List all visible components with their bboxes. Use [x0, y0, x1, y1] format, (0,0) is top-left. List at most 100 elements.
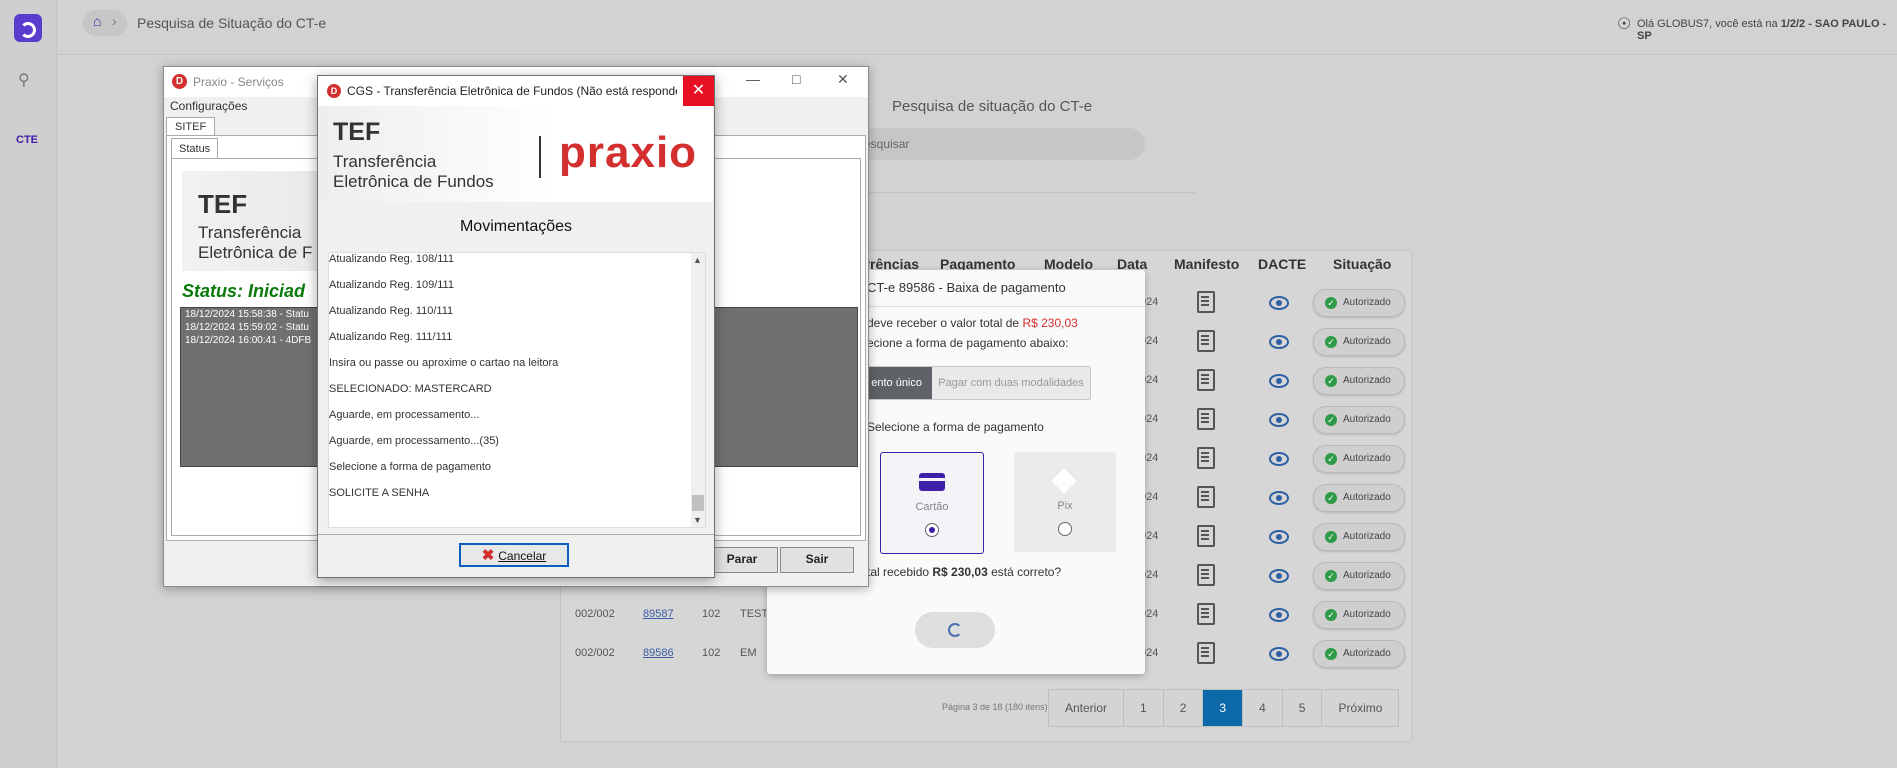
pager-3[interactable]: 3: [1203, 690, 1244, 726]
tef-banner-line2: Eletrônica de F: [198, 243, 313, 262]
rail-item-cte[interactable]: CTE: [16, 134, 38, 146]
list-item: Atualizando Reg. 111/111: [329, 331, 453, 343]
manifest-list-icon[interactable]: [1197, 525, 1215, 547]
check-icon: ✓: [1325, 648, 1337, 660]
cancel-button[interactable]: ✖ Cancelar: [459, 543, 569, 567]
main-title: Pesquisa de situação do CT-e: [892, 98, 1093, 115]
manifest-list-icon[interactable]: [1197, 486, 1215, 508]
check-icon: ✓: [1325, 453, 1337, 465]
cgs-titlebar[interactable]: D CGS - Transferência Eletrônica de Fund…: [318, 76, 714, 106]
praxio-app-icon: D: [172, 74, 187, 89]
cgs-tef-banner: TEF Transferência Eletrônica de Fundos p…: [319, 106, 713, 202]
check-icon: ✓: [1325, 375, 1337, 387]
manifest-list-icon[interactable]: [1197, 369, 1215, 391]
list-item: Selecione a forma de pagamento: [329, 461, 492, 473]
status-text: Autorizado: [1343, 648, 1391, 659]
menu-configuracoes[interactable]: Configurações: [170, 99, 247, 113]
status-text: Autorizado: [1343, 297, 1391, 308]
pix-icon: [1051, 468, 1077, 494]
manifest-list-icon[interactable]: [1197, 603, 1215, 625]
list-item: Atualizando Reg. 108/111: [329, 253, 454, 265]
sair-button[interactable]: Sair: [780, 547, 854, 573]
manifest-list-icon[interactable]: [1197, 564, 1215, 586]
maximize-icon[interactable]: □: [792, 71, 800, 87]
search-icon[interactable]: ⚲: [18, 70, 30, 90]
card-label: Cartão: [915, 501, 949, 513]
pager-5[interactable]: 5: [1283, 690, 1323, 726]
minimize-icon[interactable]: —: [746, 71, 760, 87]
manifest-list-icon[interactable]: [1197, 330, 1215, 352]
amount-prefix: deve receber o valor total de: [867, 316, 1023, 330]
check-icon: ✓: [1325, 570, 1337, 582]
home-icon[interactable]: ⌂: [93, 14, 107, 28]
confirm-prefix: tal recebido: [867, 565, 933, 579]
confirm-suffix: está correto?: [987, 565, 1062, 579]
manifest-list-icon[interactable]: [1197, 408, 1215, 430]
status-badge: ✓ Autorizado: [1313, 523, 1405, 551]
pager-2[interactable]: 2: [1164, 690, 1204, 726]
row-cte-link[interactable]: 89587: [643, 608, 674, 620]
movimentacoes-heading: Movimentações: [459, 218, 573, 235]
check-icon: ✓: [1325, 414, 1337, 426]
status-badge: ✓ Autorizado: [1313, 640, 1405, 668]
movimentacoes-list[interactable]: Atualizando Reg. 108/111 Atualizando Reg…: [328, 252, 706, 528]
row-model-cell: 102: [702, 608, 721, 620]
status-text: Autorizado: [1343, 570, 1391, 581]
payment-option-card[interactable]: Cartão: [880, 452, 984, 554]
status-text: Autorizado: [1343, 414, 1391, 425]
amount-value: R$ 230,03: [1022, 316, 1078, 330]
scroll-down-icon[interactable]: ▼: [693, 515, 702, 525]
row-left-cell: 002/002: [575, 647, 615, 659]
cgs-banner-line1: Transferência: [333, 152, 437, 171]
manifest-list-icon[interactable]: [1197, 642, 1215, 664]
cgs-app-icon: D: [327, 84, 341, 98]
payment-modal-title: CT-e 89586 - Baixa de pagamento: [867, 280, 1066, 295]
dacte-eye-icon[interactable]: [1269, 335, 1289, 349]
check-icon: ✓: [1325, 297, 1337, 309]
parar-button[interactable]: Parar: [706, 547, 778, 573]
two-modalities-button[interactable]: Pagar com duas modalidades: [932, 367, 1090, 399]
scroll-thumb[interactable]: [692, 495, 704, 511]
dacte-eye-icon[interactable]: [1269, 530, 1289, 544]
location-pin-icon: ☉: [1617, 16, 1632, 33]
dacte-eye-icon[interactable]: [1269, 569, 1289, 583]
pager-next[interactable]: Próximo: [1322, 690, 1398, 726]
cancel-x-icon: ✖: [481, 547, 495, 564]
manifest-list-icon[interactable]: [1197, 447, 1215, 469]
dacte-eye-icon[interactable]: [1269, 413, 1289, 427]
list-scrollbar[interactable]: ▲ ▼: [691, 253, 705, 527]
status-badge: ✓ Autorizado: [1313, 445, 1405, 473]
pager-1[interactable]: 1: [1124, 690, 1164, 726]
tab-status[interactable]: Status: [171, 138, 219, 159]
pager-prev[interactable]: Anterior: [1049, 690, 1125, 726]
close-icon[interactable]: ✕: [837, 71, 849, 88]
dacte-eye-icon[interactable]: [1269, 647, 1289, 661]
cgs-banner-line2: Eletrônica de Fundos: [333, 172, 494, 191]
dacte-eye-icon[interactable]: [1269, 374, 1289, 388]
search-input[interactable]: esquisar: [840, 128, 1145, 160]
list-item: Insira ou passe ou aproxime o cartao na …: [329, 357, 559, 369]
payment-option-pix[interactable]: Pix: [1014, 452, 1116, 552]
row-extra-cell: EM: [740, 647, 757, 659]
dacte-eye-icon[interactable]: [1269, 296, 1289, 310]
loading-spinner-button[interactable]: [915, 612, 995, 648]
close-icon[interactable]: ✕: [683, 76, 714, 106]
tab-sitef[interactable]: SITEF: [166, 117, 216, 136]
pager-4[interactable]: 4: [1243, 690, 1283, 726]
app-logo-icon[interactable]: [14, 14, 42, 42]
manifest-list-icon[interactable]: [1197, 291, 1215, 313]
check-icon: ✓: [1325, 492, 1337, 504]
list-item: SOLICITE A SENHA: [329, 487, 430, 499]
card-radio[interactable]: [925, 523, 939, 537]
praxio-logo: praxio: [559, 128, 698, 177]
chevron-right-icon: ›: [112, 13, 117, 29]
dacte-eye-icon[interactable]: [1269, 491, 1289, 505]
footer-divider: [318, 534, 714, 535]
pix-radio[interactable]: [1058, 522, 1072, 536]
scroll-up-icon[interactable]: ▲: [693, 255, 702, 265]
dacte-eye-icon[interactable]: [1269, 608, 1289, 622]
row-cte-link[interactable]: 89586: [643, 647, 674, 659]
page-title: Pesquisa de Situação do CT-e: [137, 15, 327, 31]
dacte-eye-icon[interactable]: [1269, 452, 1289, 466]
user-info: Olá GLOBUS7, você está na 1/2/2 - SAO PA…: [1637, 18, 1897, 42]
